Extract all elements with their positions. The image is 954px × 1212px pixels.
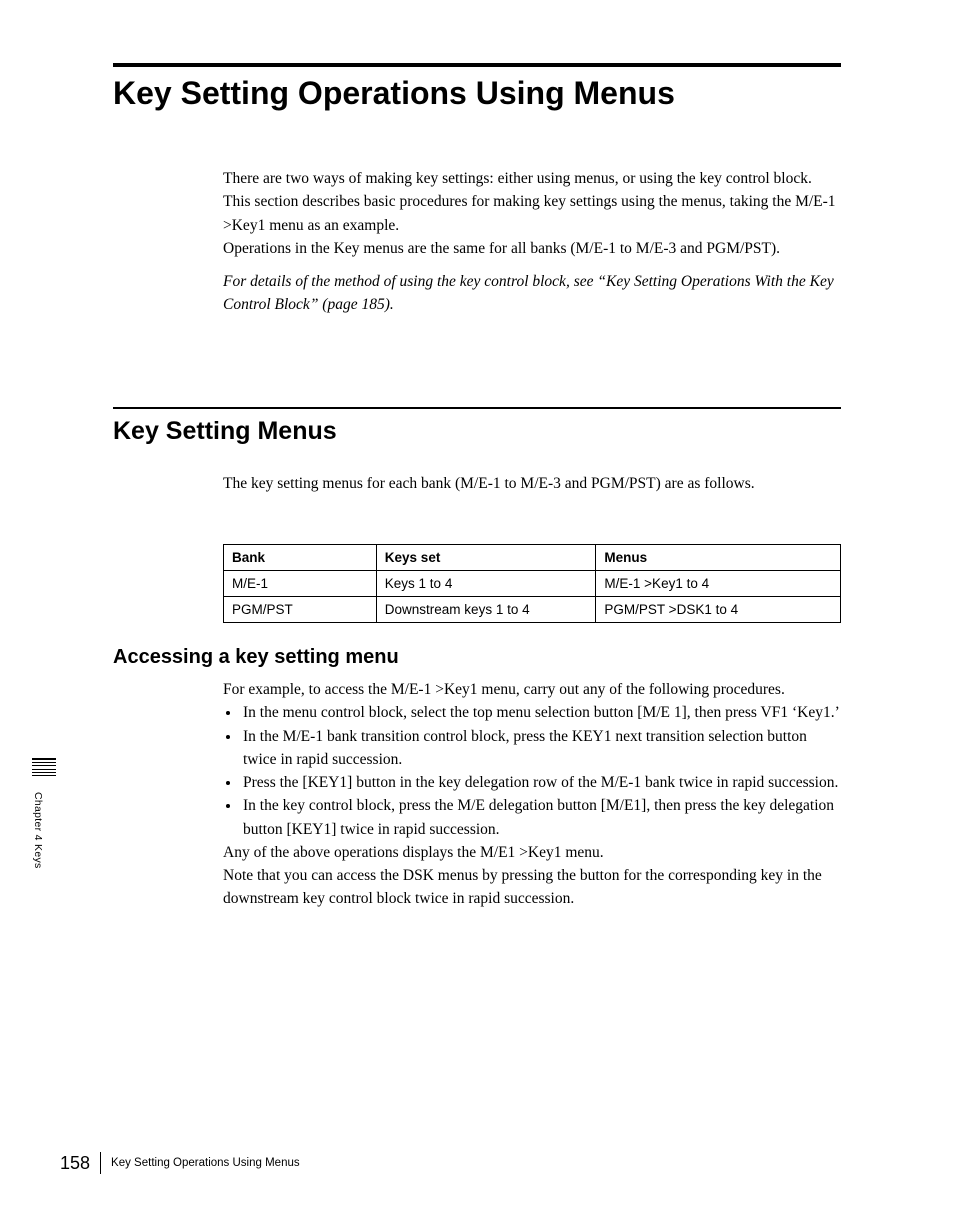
procedure-list: In the menu control block, select the to… bbox=[223, 701, 841, 841]
page: Key Setting Operations Using Menus There… bbox=[0, 0, 954, 1212]
section-heading: Key Setting Menus bbox=[113, 417, 337, 446]
list-item: In the key control block, press the M/E … bbox=[241, 794, 841, 841]
page-number: 158 bbox=[60, 1153, 90, 1174]
table-cell: PGM/PST >DSK1 to 4 bbox=[596, 597, 841, 623]
subsection-lead: For example, to access the M/E-1 >Key1 m… bbox=[223, 678, 841, 701]
intro-block: There are two ways of making key setting… bbox=[223, 167, 841, 317]
table-row: PGM/PST Downstream keys 1 to 4 PGM/PST >… bbox=[224, 597, 841, 623]
list-item: In the M/E-1 bank transition control blo… bbox=[241, 725, 841, 772]
subsection-tail: Note that you can access the DSK menus b… bbox=[223, 864, 841, 911]
footer-title: Key Setting Operations Using Menus bbox=[111, 1157, 300, 1169]
table-cell: Downstream keys 1 to 4 bbox=[376, 597, 596, 623]
footer-separator bbox=[100, 1152, 101, 1174]
section-rule bbox=[113, 407, 841, 409]
table-header-cell: Keys set bbox=[376, 545, 596, 571]
chapter-side-marker: Chapter 4 Keys bbox=[32, 758, 56, 869]
intro-paragraph: This section describes basic procedures … bbox=[223, 190, 841, 237]
table-row: M/E-1 Keys 1 to 4 M/E-1 >Key1 to 4 bbox=[224, 571, 841, 597]
page-footer: 158 Key Setting Operations Using Menus bbox=[60, 1152, 841, 1174]
title-rule bbox=[113, 63, 841, 67]
table-cell: M/E-1 bbox=[224, 571, 377, 597]
table-cell: Keys 1 to 4 bbox=[376, 571, 596, 597]
subsection-body: For example, to access the M/E-1 >Key1 m… bbox=[223, 678, 841, 911]
side-marker-lines-icon bbox=[32, 758, 56, 776]
chapter-label: Chapter 4 Keys bbox=[32, 792, 44, 869]
table-header-cell: Bank bbox=[224, 545, 377, 571]
table-header-row: Bank Keys set Menus bbox=[224, 545, 841, 571]
cross-reference: For details of the method of using the k… bbox=[223, 270, 841, 317]
subsection-heading: Accessing a key setting menu bbox=[113, 646, 399, 669]
subsection-tail: Any of the above operations displays the… bbox=[223, 841, 841, 864]
page-title: Key Setting Operations Using Menus bbox=[113, 75, 675, 112]
key-setting-menus-table: Bank Keys set Menus M/E-1 Keys 1 to 4 M/… bbox=[223, 544, 841, 623]
section-lead: The key setting menus for each bank (M/E… bbox=[223, 472, 841, 495]
section-lead-text: The key setting menus for each bank (M/E… bbox=[223, 472, 841, 495]
list-item: In the menu control block, select the to… bbox=[241, 701, 841, 724]
list-item: Press the [KEY1] button in the key deleg… bbox=[241, 771, 841, 794]
table-cell: PGM/PST bbox=[224, 597, 377, 623]
table-header-cell: Menus bbox=[596, 545, 841, 571]
intro-paragraph: There are two ways of making key setting… bbox=[223, 167, 841, 190]
intro-paragraph: Operations in the Key menus are the same… bbox=[223, 237, 841, 260]
table-cell: M/E-1 >Key1 to 4 bbox=[596, 571, 841, 597]
